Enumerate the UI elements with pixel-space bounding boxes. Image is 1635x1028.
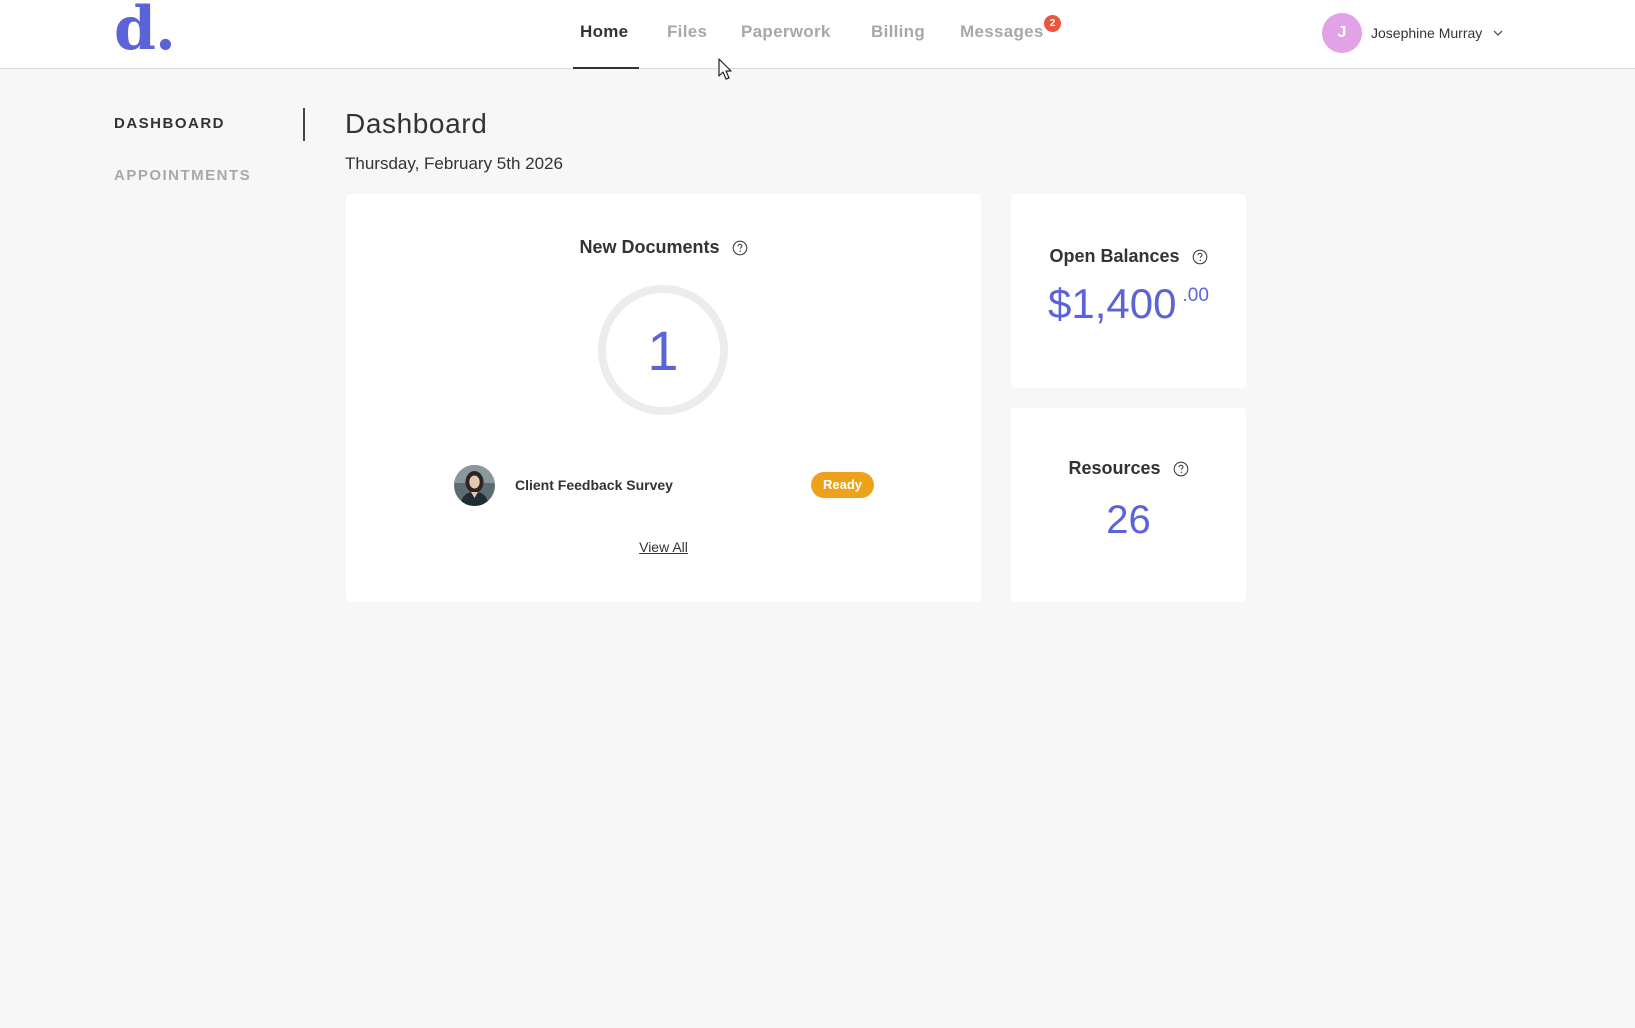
help-icon[interactable] bbox=[732, 240, 748, 256]
document-author-avatar bbox=[454, 464, 495, 506]
resources-count: 26 bbox=[1106, 498, 1151, 542]
user-avatar: J bbox=[1322, 13, 1362, 53]
nav-home[interactable]: Home bbox=[580, 22, 628, 42]
sidebar-item-dashboard[interactable]: DASHBOARD bbox=[114, 115, 225, 132]
sidebar-item-appointments[interactable]: APPOINTMENTS bbox=[114, 167, 251, 184]
brand-logo[interactable]: d. bbox=[114, 0, 176, 62]
document-name: Client Feedback Survey bbox=[515, 477, 673, 493]
list-item[interactable]: Client Feedback Survey Ready bbox=[454, 464, 874, 506]
active-nav-underline bbox=[573, 67, 639, 69]
status-badge: Ready bbox=[811, 472, 874, 498]
documents-count: 1 bbox=[647, 318, 679, 382]
user-menu[interactable]: J Josephine Murray bbox=[1322, 13, 1504, 53]
new-documents-title: New Documents bbox=[579, 237, 720, 257]
messages-badge: 2 bbox=[1044, 15, 1061, 32]
new-documents-header: New Documents bbox=[346, 237, 981, 258]
help-icon[interactable] bbox=[1192, 249, 1208, 265]
help-icon[interactable] bbox=[1173, 461, 1189, 477]
balance-cents: .00 bbox=[1182, 285, 1209, 306]
new-documents-card: New Documents 1 Client Feedback Survey R… bbox=[346, 194, 981, 602]
mouse-cursor-icon bbox=[718, 58, 732, 80]
nav-billing[interactable]: Billing bbox=[871, 22, 925, 42]
documents-count-ring: 1 bbox=[598, 285, 728, 415]
sidebar-divider bbox=[303, 108, 305, 141]
nav-paperwork[interactable]: Paperwork bbox=[741, 22, 831, 42]
open-balances-card: Open Balances $1,400 .00 bbox=[1011, 194, 1246, 388]
top-header: d. Home Files Paperwork Billing Messages… bbox=[0, 0, 1635, 69]
nav-messages[interactable]: Messages bbox=[960, 22, 1044, 42]
open-balances-header: Open Balances bbox=[1011, 246, 1246, 267]
page-title: Dashboard bbox=[345, 108, 488, 139]
open-balances-title: Open Balances bbox=[1049, 246, 1180, 266]
view-all-link[interactable]: View All bbox=[346, 539, 981, 555]
chevron-down-icon bbox=[1493, 30, 1503, 36]
resources-title: Resources bbox=[1068, 458, 1161, 478]
resources-header: Resources bbox=[1011, 458, 1246, 479]
nav-files[interactable]: Files bbox=[667, 22, 707, 42]
resources-card: Resources 26 bbox=[1011, 408, 1246, 602]
page-date: Thursday, February 5th 2026 bbox=[345, 154, 563, 173]
user-name: Josephine Murray bbox=[1371, 25, 1483, 41]
balance-dollars: $1,400 bbox=[1048, 280, 1177, 327]
open-balance-amount: $1,400 .00 bbox=[1011, 281, 1246, 327]
